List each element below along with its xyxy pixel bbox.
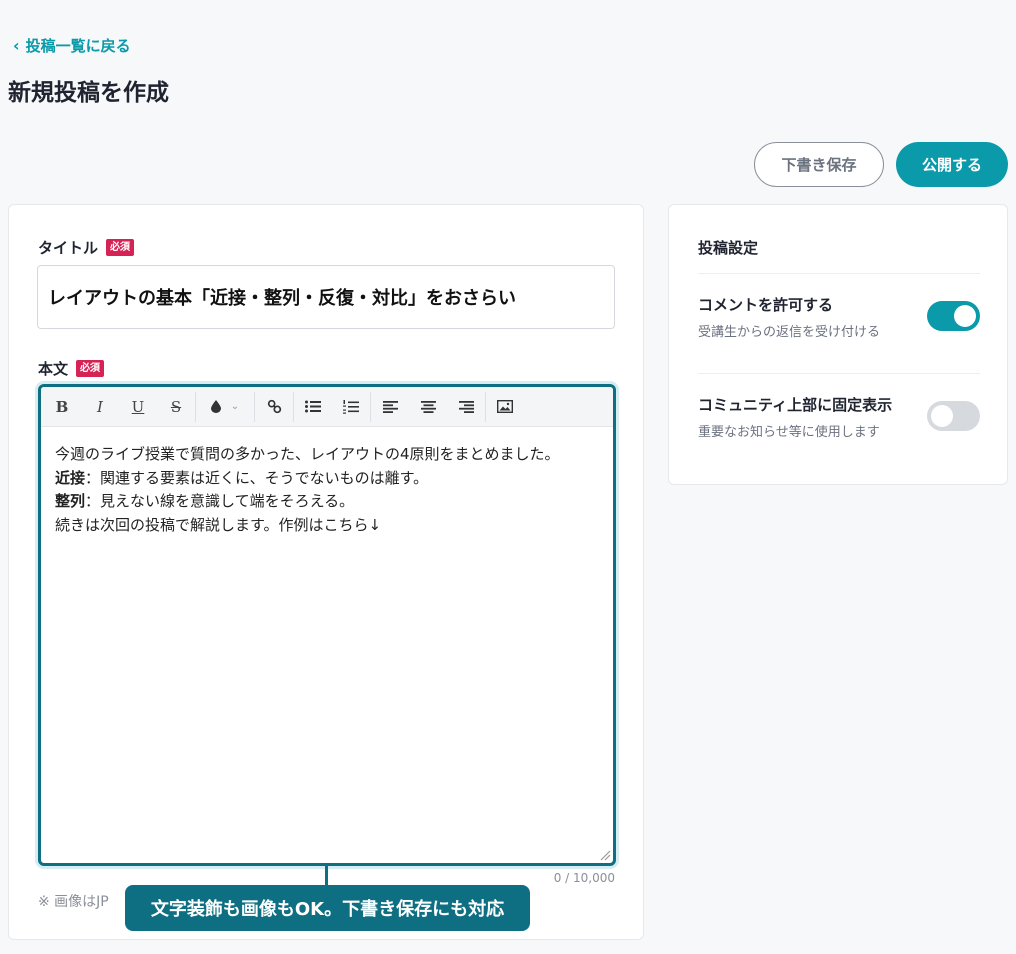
toggle-knob: [931, 405, 953, 427]
title-field-label: タイトル 必須: [38, 237, 135, 258]
allow-comments-desc: 受講生からの返信を受け付ける: [698, 325, 881, 340]
back-link-label: 投稿一覧に戻る: [25, 37, 131, 55]
text-color-icon[interactable]: ⌄: [196, 387, 254, 427]
image-note: ※ 画像はJP: [38, 894, 109, 910]
pin-post-toggle[interactable]: [927, 401, 980, 431]
settings-divider: [698, 373, 980, 374]
editor-line: 近接：関連する要素は近くに、そうでないものは離す。: [55, 468, 429, 487]
editor-line: 今週のライブ授業で質問の多かった、レイアウトの4原則をまとめました。: [55, 445, 560, 463]
required-badge: 必須: [76, 360, 105, 377]
pin-post-title: コミュニティ上部に固定表示: [698, 396, 893, 414]
toggle-knob: [954, 305, 976, 327]
rich-text-editor[interactable]: B I U S ⌄ 今週のライブ授業で質問の多かった、レイアウトの4原則をまとめ…: [38, 384, 616, 866]
allow-comments-title: コメントを許可する: [698, 296, 834, 314]
resize-handle-icon[interactable]: [599, 849, 611, 861]
editor-toolbar: B I U S ⌄: [41, 387, 613, 427]
char-counter: 0 / 10,000: [553, 871, 615, 885]
pin-post-desc: 重要なお知らせ等に使用します: [698, 425, 880, 440]
strikethrough-icon[interactable]: S: [157, 387, 195, 427]
editor-content[interactable]: 今週のライブ授業で質問の多かった、レイアウトの4原則をまとめました。 近接：関連…: [41, 427, 613, 553]
page-title: 新規投稿を作成: [8, 80, 169, 106]
image-icon[interactable]: [486, 387, 524, 427]
callout-pointer: [325, 865, 328, 887]
link-icon[interactable]: [255, 387, 293, 427]
body-field-label: 本文 必須: [38, 358, 105, 379]
italic-icon[interactable]: I: [81, 387, 119, 427]
editor-line: 整列：見えない線を意識して端をそろえる。: [55, 492, 355, 510]
underline-icon[interactable]: U: [119, 387, 157, 427]
settings-divider: [698, 273, 980, 274]
bold-icon[interactable]: B: [43, 387, 81, 427]
numbered-list-icon[interactable]: [332, 387, 370, 427]
chevron-down-icon: ⌄: [230, 401, 240, 412]
align-left-icon[interactable]: [371, 387, 409, 427]
post-form-card: タイトル 必須 レイアウトの基本「近接・整列・反復・対比」をおさらい 本文 必須…: [8, 204, 644, 940]
title-label-text: タイトル: [38, 239, 99, 257]
chevron-left-icon: ‹: [13, 36, 20, 55]
align-right-icon[interactable]: [447, 387, 485, 427]
allow-comments-toggle[interactable]: [927, 301, 980, 331]
editor-line: 続きは次回の投稿で解説します。作例はこちら↓: [55, 515, 382, 534]
feature-callout: 文字装飾も画像もOK。下書き保存にも対応: [125, 885, 530, 931]
post-settings-card: 投稿設定 コメントを許可する 受講生からの返信を受け付ける コミュニティ上部に固…: [668, 204, 1008, 485]
save-draft-button[interactable]: 下書き保存: [754, 142, 884, 187]
align-center-icon[interactable]: [409, 387, 447, 427]
header-actions: 下書き保存 公開する: [754, 142, 1008, 187]
publish-button[interactable]: 公開する: [896, 142, 1008, 187]
required-badge: 必須: [106, 239, 135, 256]
back-link[interactable]: ‹ 投稿一覧に戻る: [13, 35, 131, 56]
bullet-list-icon[interactable]: [294, 387, 332, 427]
body-label-text: 本文: [38, 360, 69, 378]
settings-title: 投稿設定: [698, 239, 759, 257]
title-input[interactable]: レイアウトの基本「近接・整列・反復・対比」をおさらい: [37, 265, 615, 329]
